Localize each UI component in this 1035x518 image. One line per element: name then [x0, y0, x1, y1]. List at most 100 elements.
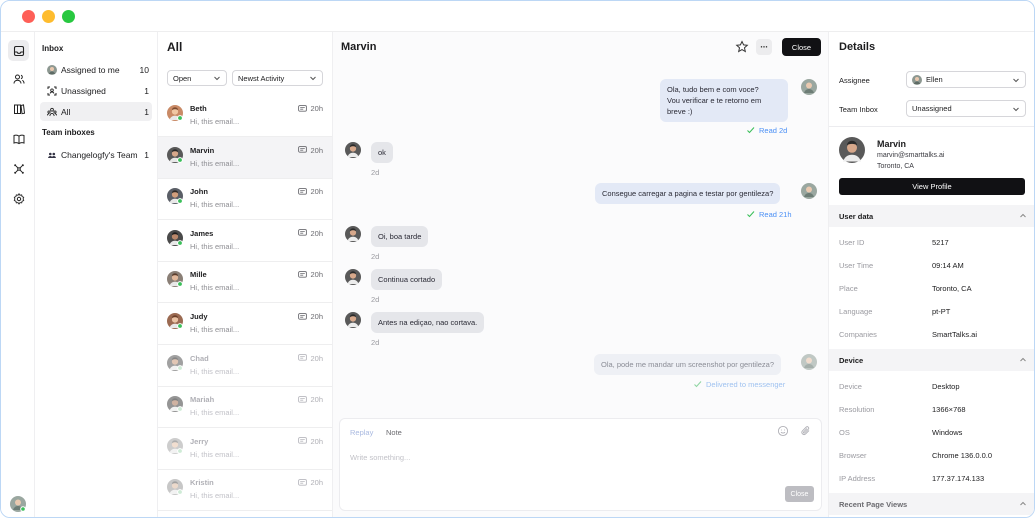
team-inbox-value: Unassigned	[912, 104, 952, 113]
close-conversation-button[interactable]: Close	[782, 38, 821, 56]
detail-key: User ID	[839, 238, 865, 247]
contact-avatar	[167, 229, 183, 246]
group-icon	[47, 107, 57, 117]
message-line: Ola, tudo bem e com voce?	[667, 85, 759, 94]
composer-close-button[interactable]: Close	[785, 486, 814, 502]
reply-input[interactable]: Write something...	[350, 453, 410, 462]
user-data-section-header[interactable]: User data	[829, 205, 1034, 227]
conversation-item[interactable]: Beth Hi, this email... 20h	[158, 95, 332, 137]
conversation-item[interactable]: James Hi, this email... 20h	[158, 220, 332, 262]
more-options-button[interactable]: ···	[756, 39, 772, 55]
contact-avatar	[345, 226, 361, 242]
message-icon	[298, 312, 308, 320]
sidebar-item-all[interactable]: All 1	[40, 102, 152, 121]
detail-value: Chrome 136.0.0.0	[932, 451, 993, 460]
message-time: 2d	[371, 338, 380, 347]
star-icon[interactable]	[735, 40, 749, 54]
emoji-icon[interactable]	[777, 425, 789, 437]
status-filter-dropdown[interactable]: Open	[167, 70, 227, 86]
settings-icon[interactable]	[8, 188, 29, 209]
inbox-sidebar: Inbox Assigned to me 10 Unassigned 1 All…	[35, 32, 158, 517]
library-icon[interactable]	[8, 98, 29, 119]
user-avatar[interactable]	[10, 496, 26, 512]
message-composer: Replay Note Write something... Close	[339, 418, 822, 511]
conversation-preview: Hi, this email...	[190, 408, 240, 418]
conversation-name: Marvin	[190, 145, 215, 155]
list-title: All	[167, 40, 183, 54]
view-profile-button[interactable]: View Profile	[839, 178, 1025, 195]
sort-filter-dropdown[interactable]: Newst Activity	[232, 70, 323, 86]
message-time: 2d	[371, 295, 380, 304]
conversation-item[interactable]: Marvin Hi, this email... 20h	[158, 136, 332, 179]
check-icon	[747, 211, 755, 218]
inbox-icon[interactable]	[8, 40, 29, 61]
message-icon	[298, 146, 308, 153]
conversation-name: Mille	[190, 270, 207, 280]
message-icon	[298, 354, 308, 361]
sidebar-item-assigned-to-me[interactable]: Assigned to me 10	[40, 60, 152, 79]
book-icon[interactable]	[8, 128, 29, 149]
conversation-time: 20h	[298, 187, 323, 196]
chevron-down-icon	[214, 76, 220, 81]
chevron-up-icon	[1020, 357, 1026, 362]
status-filter-value: Open	[173, 73, 192, 83]
contact-avatar	[167, 146, 183, 163]
tab-reply[interactable]: Replay	[350, 428, 373, 437]
detail-key: User Time	[839, 261, 874, 270]
conversation-item[interactable]: Mille Hi, this email... 20h	[158, 261, 332, 304]
conversation-item[interactable]: John Hi, this email... 20h	[158, 178, 332, 221]
sidebar-item-changelogfy-team[interactable]: Changelogfy's Team 1	[40, 145, 152, 164]
window-maximize-dot[interactable]	[62, 10, 75, 23]
conversation-name: Judy	[190, 312, 208, 321]
conversation-time: 20h	[298, 229, 323, 238]
message-icon	[298, 187, 308, 195]
sidebar-item-unassigned[interactable]: Unassigned 1	[40, 81, 152, 100]
conversation-name: Jerry	[190, 436, 209, 446]
chevron-up-icon	[1020, 501, 1026, 506]
message-bubble-incoming: Antes na ediçao, nao cortava.	[371, 312, 485, 333]
bot-icon[interactable]	[8, 158, 29, 179]
agent-avatar	[801, 354, 817, 370]
conversation-item[interactable]: Jerry Hi, this email... 20h	[158, 428, 332, 470]
contact-avatar	[345, 142, 361, 158]
contact-avatar	[167, 188, 183, 205]
message-bubble-incoming: Continua cortado	[371, 269, 443, 290]
tab-note[interactable]: Note	[386, 428, 402, 437]
message-time: 2d	[371, 168, 380, 177]
detail-key: Language	[839, 307, 873, 316]
team-inbox-label: Team Inbox	[839, 105, 878, 114]
detail-value: 1366×768	[932, 405, 966, 414]
conversation-item[interactable]: Chad Hi, this email... 20h	[158, 345, 332, 387]
conversation-preview: Hi, this email...	[190, 158, 240, 168]
check-icon	[694, 381, 702, 388]
profile-location: Toronto, CA	[877, 163, 914, 170]
team-inbox-select[interactable]: Unassigned	[906, 100, 1026, 117]
device-section-header[interactable]: Device	[829, 349, 1034, 371]
assignee-select[interactable]: Ellen	[906, 71, 1026, 88]
agent-avatar	[801, 183, 817, 199]
conversation-preview: Hi, this email...	[190, 241, 240, 251]
recent-page-views-section-header[interactable]: Recent Page Views	[829, 493, 1034, 515]
conversation-item[interactable]: Mariah Hi, this email... 20h	[158, 386, 332, 429]
conversation-name: Beth	[190, 104, 207, 113]
detail-value: 177.37.174.133	[932, 474, 985, 483]
conversation-preview: Hi, this email...	[190, 491, 240, 501]
conversation-item[interactable]: Kristin Hi, this email... 20h	[158, 469, 332, 512]
conversation-name: Kristin	[190, 478, 214, 488]
avatar-icon	[47, 64, 57, 75]
contacts-icon[interactable]	[8, 68, 29, 89]
detail-value: pt-PT	[932, 307, 951, 316]
detail-value: 5217	[932, 238, 949, 247]
conversation-item[interactable]: Judy Hi, this email... 20h	[158, 303, 332, 345]
window-minimize-dot[interactable]	[42, 10, 55, 23]
message-line: breve :)	[667, 107, 693, 116]
attachment-icon[interactable]	[800, 425, 812, 437]
check-icon	[747, 127, 755, 134]
chevron-down-icon	[1013, 78, 1019, 83]
detail-key: Device	[839, 382, 862, 391]
conversation-time: 20h	[298, 146, 323, 155]
sidebar-item-label: Unassigned	[61, 85, 106, 96]
window-close-dot[interactable]	[22, 10, 35, 23]
sidebar-item-count: 1	[144, 85, 149, 96]
contact-avatar	[167, 313, 183, 329]
